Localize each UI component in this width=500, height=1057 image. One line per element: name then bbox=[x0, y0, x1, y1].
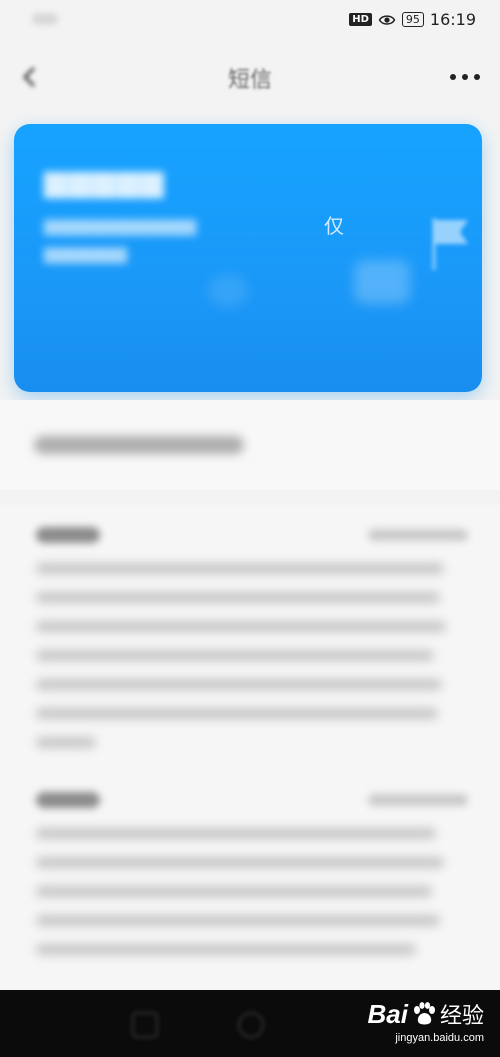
item-date-blurred bbox=[368, 529, 468, 541]
eye-icon bbox=[378, 14, 396, 25]
item-body-blurred bbox=[36, 828, 448, 973]
list-item[interactable] bbox=[0, 770, 500, 990]
baidu-paw-icon bbox=[413, 1002, 435, 1025]
section-title-blurred bbox=[34, 436, 244, 454]
item-date-blurred bbox=[368, 794, 468, 806]
more-icon[interactable] bbox=[450, 74, 480, 80]
banner-card[interactable]: ▆▆▆▆▆ ▆▆▆▆▆▆▆▆▆▆▆ ▆▆▆▆▆▆ 仅 bbox=[14, 124, 482, 392]
banner-decoration bbox=[354, 260, 410, 304]
banner-decoration bbox=[208, 274, 248, 308]
banner-blurred-content: ▆▆▆▆▆ ▆▆▆▆▆▆▆▆▆▆▆ ▆▆▆▆▆▆ bbox=[14, 124, 482, 392]
banner-subtitle-end: 仅 bbox=[324, 214, 344, 238]
app-header: 短信 bbox=[0, 48, 500, 108]
banner-heading-blurred: ▆▆▆▆▆ bbox=[44, 164, 165, 199]
watermark-logo: Bai 经验 bbox=[368, 998, 484, 1030]
baidu-watermark: Bai 经验 jingyan.baidu.com bbox=[368, 998, 484, 1045]
hd-icon: HD bbox=[349, 13, 372, 26]
flag-icon bbox=[432, 218, 468, 270]
page-title: 短信 bbox=[227, 68, 272, 93]
item-title-blurred bbox=[36, 792, 100, 808]
watermark-url: jingyan.baidu.com bbox=[395, 1032, 484, 1044]
item-title-blurred bbox=[36, 527, 100, 543]
battery-icon: 95 bbox=[401, 12, 424, 27]
watermark-brand-cn: 经验 bbox=[439, 1004, 484, 1029]
item-body-blurred bbox=[36, 563, 448, 766]
nav-home-button[interactable] bbox=[238, 1012, 264, 1038]
nav-back-button[interactable] bbox=[132, 1012, 158, 1038]
watermark-brand: Bai bbox=[367, 998, 408, 1029]
status-bar: HD 95 16:19 bbox=[0, 0, 500, 40]
status-time: 16:19 bbox=[429, 10, 476, 29]
status-icons: HD 95 16:19 bbox=[349, 10, 476, 29]
section-header bbox=[0, 400, 500, 490]
status-left-blurred bbox=[32, 13, 58, 25]
list-item[interactable] bbox=[0, 505, 500, 770]
